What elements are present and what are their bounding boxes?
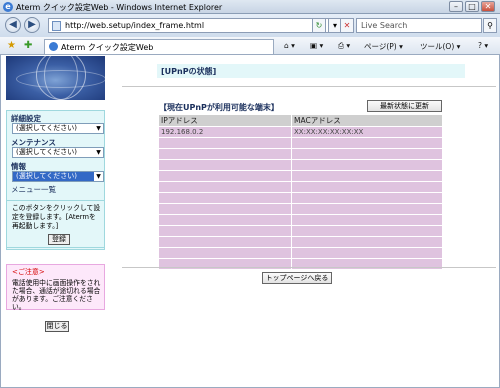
search-box[interactable]: Live Search xyxy=(356,18,482,33)
table-row xyxy=(159,204,442,214)
table-header-row: IPアドレス MACアドレス xyxy=(159,115,442,126)
back-arrow-icon: ◀ xyxy=(9,19,17,30)
table-row xyxy=(159,138,442,148)
maximize-button[interactable]: □ xyxy=(465,1,479,12)
refresh-status-button[interactable]: 最新状態に更新 xyxy=(367,100,442,112)
table-row xyxy=(159,226,442,236)
chevron-down-icon: ▼ xyxy=(94,124,103,133)
search-placeholder[interactable]: Live Search xyxy=(361,21,407,30)
table-row xyxy=(159,237,442,247)
cell-mac-address xyxy=(292,138,442,148)
address-url[interactable]: http://web.setup/index_frame.html xyxy=(65,21,204,30)
detail-settings-value: (選択してください) xyxy=(16,124,78,132)
cell-mac-address xyxy=(292,149,442,159)
address-bar[interactable]: http://web.setup/index_frame.html xyxy=(48,18,344,33)
column-header-ip: IPアドレス xyxy=(159,115,291,126)
cell-mac-address xyxy=(292,171,442,181)
forward-arrow-icon: ▶ xyxy=(28,19,36,30)
cell-ip-address xyxy=(159,160,291,170)
cell-mac-address xyxy=(292,215,442,225)
window-title: Aterm クイック設定Web - Windows Internet Explo… xyxy=(16,3,223,12)
cell-ip-address xyxy=(159,171,291,181)
browser-tab[interactable]: Aterm クイック設定Web xyxy=(44,39,274,54)
page-icon xyxy=(52,21,61,31)
cell-ip-address xyxy=(159,248,291,258)
forward-button[interactable]: ▶ xyxy=(24,17,40,33)
tab-favicon-icon xyxy=(49,42,58,51)
feeds-button[interactable]: ▣ ▾ xyxy=(310,41,323,50)
divider xyxy=(122,86,496,87)
close-button[interactable]: 閉じる xyxy=(45,321,69,332)
maintenance-value: (選択してください) xyxy=(16,148,78,156)
maintenance-select[interactable]: (選択してください) ▼ xyxy=(12,147,104,158)
upnp-devices-table: IPアドレス MACアドレス 192.168.0.2 XX:XX:XX:XX:XX… xyxy=(158,114,443,270)
cell-mac-address xyxy=(292,237,442,247)
cell-ip-address xyxy=(159,204,291,214)
register-info-text: このボタンをクリックして設定を登録します。[Atermを再起動します。] xyxy=(12,204,101,230)
info-value: (選択してください) xyxy=(16,172,78,180)
register-button[interactable]: 登録 xyxy=(48,234,70,245)
cell-mac-address xyxy=(292,248,442,258)
help-menu[interactable]: ? ▾ xyxy=(478,41,488,50)
cell-mac-address xyxy=(292,160,442,170)
back-to-top-button[interactable]: トップページへ戻る xyxy=(262,272,332,284)
notice-heading: <ご注意> xyxy=(12,268,45,276)
tools-menu[interactable]: ツール(O) ▾ xyxy=(420,41,460,52)
info-select[interactable]: (選択してください) ▼ xyxy=(12,171,104,182)
table-row xyxy=(159,215,442,225)
chevron-down-icon: ▼ xyxy=(94,148,103,157)
cell-mac-address xyxy=(292,204,442,214)
notice-box: <ご注意> 電話使用中に画面操作をされた場合、通話が途切れる場合があります。ご注… xyxy=(6,264,105,311)
cell-mac-address xyxy=(292,193,442,203)
table-row xyxy=(159,182,442,192)
command-bar: ★ ✚ Aterm クイック設定Web ⌂ ▾ ▣ ▾ ⎙ ▾ ページ(P) ▾… xyxy=(0,37,500,55)
cell-ip-address xyxy=(159,149,291,159)
page-header: [UPnPの状態] xyxy=(157,64,465,78)
cell-ip-address xyxy=(159,182,291,192)
cell-mac-address: XX:XX:XX:XX:XX:XX xyxy=(292,127,442,137)
cell-mac-address xyxy=(292,182,442,192)
close-window-button[interactable]: ✕ xyxy=(481,1,495,12)
sidebar: 詳細設定 (選択してください) ▼ メンテナンス (選択してください) ▼ 情報… xyxy=(4,56,105,386)
address-toolbar: ◀ ▶ http://web.setup/index_frame.html ▾ … xyxy=(0,14,500,37)
window-title-bar: e Aterm クイック設定Web - Windows Internet Exp… xyxy=(0,0,500,14)
notice-text: 電話使用中に画面操作をされた場合、通話が途切れる場合があります。ご注意ください。 xyxy=(12,279,101,311)
cell-ip-address xyxy=(159,193,291,203)
cell-ip-address xyxy=(159,226,291,236)
cell-ip-address xyxy=(159,237,291,247)
section-title: 【現在UPnPが利用可能な端末】 xyxy=(159,103,279,112)
menu-list-link[interactable]: メニュー一覧 xyxy=(11,184,56,195)
back-button[interactable]: ◀ xyxy=(5,17,21,33)
tab-label[interactable]: Aterm クイック設定Web xyxy=(61,42,153,53)
refresh-page-button[interactable]: ↻ xyxy=(312,18,326,33)
cell-ip-address xyxy=(159,215,291,225)
detail-settings-select[interactable]: (選択してください) ▼ xyxy=(12,123,104,134)
ie-logo-icon: e xyxy=(3,2,13,12)
table-row xyxy=(159,171,442,181)
chevron-down-icon: ▼ xyxy=(94,172,103,181)
chevron-down-icon: ▾ xyxy=(332,21,337,30)
search-button[interactable]: ⚲ xyxy=(483,18,497,33)
page-title: [UPnPの状態] xyxy=(161,67,217,76)
home-button[interactable]: ⌂ ▾ xyxy=(284,41,295,50)
table-row xyxy=(159,160,442,170)
cell-ip-address xyxy=(159,138,291,148)
page-menu[interactable]: ページ(P) ▾ xyxy=(364,41,403,52)
minimize-button[interactable]: – xyxy=(449,1,463,12)
table-row xyxy=(159,193,442,203)
cell-ip-address: 192.168.0.2 xyxy=(159,127,291,137)
favorites-star-icon[interactable]: ★ xyxy=(7,40,16,51)
cell-mac-address xyxy=(292,226,442,236)
add-favorites-icon[interactable]: ✚ xyxy=(24,40,32,51)
table-row xyxy=(159,149,442,159)
stop-button[interactable]: ✕ xyxy=(340,18,354,33)
print-button[interactable]: ⎙ ▾ xyxy=(338,41,350,51)
table-row xyxy=(159,248,442,258)
table-row: 192.168.0.2 XX:XX:XX:XX:XX:XX xyxy=(159,127,442,137)
content-frame: 詳細設定 (選択してください) ▼ メンテナンス (選択してください) ▼ 情報… xyxy=(0,55,500,388)
column-header-mac: MACアドレス xyxy=(292,115,442,126)
divider xyxy=(122,267,496,268)
globe-banner-image xyxy=(6,56,105,100)
